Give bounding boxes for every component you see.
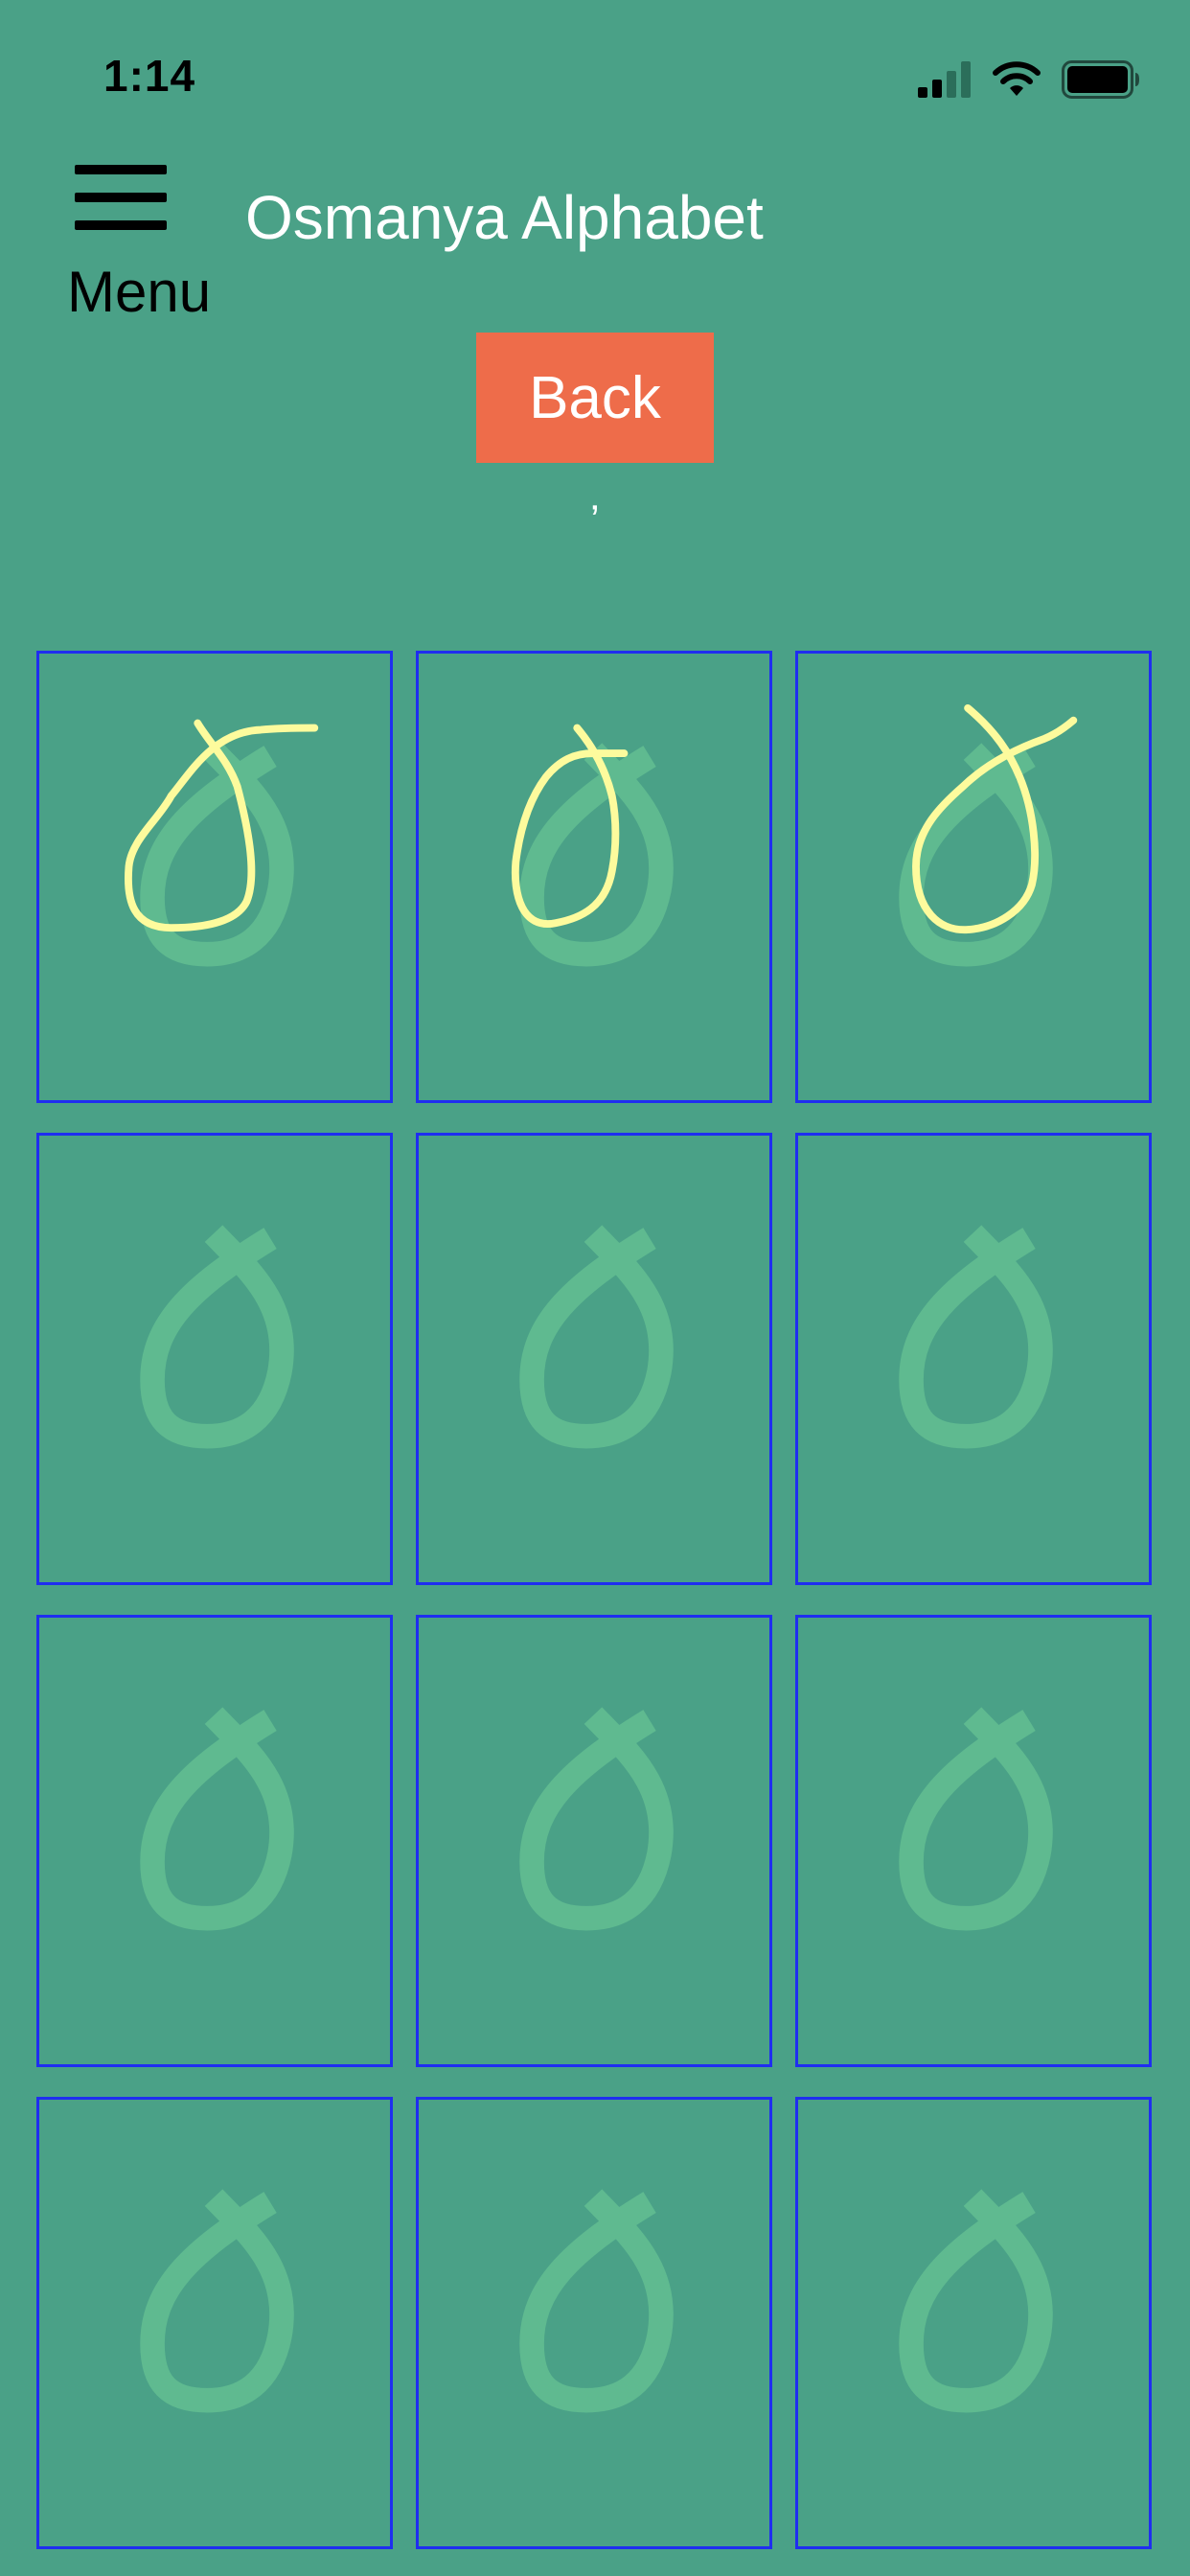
- letter-guide-icon: [125, 719, 319, 967]
- guide-glyph: [519, 1225, 674, 1449]
- practice-cell[interactable]: [36, 651, 393, 1103]
- guide-glyph: [519, 2189, 674, 2413]
- guide-glyph: [140, 1707, 294, 1931]
- screen: 1:14 Menu Osmanya Alphabet Back ʼ: [0, 0, 1190, 2576]
- guide-glyph: [899, 2189, 1053, 2413]
- guide-glyph: [140, 1225, 294, 1449]
- practice-grid: [36, 651, 1154, 2549]
- app-title: Osmanya Alphabet: [245, 183, 764, 252]
- practice-cell[interactable]: [36, 1615, 393, 2067]
- guide-glyph: [899, 1225, 1053, 1449]
- practice-cell[interactable]: [795, 2097, 1152, 2549]
- letter-guide-icon: [899, 1225, 1053, 1449]
- letter-guide-icon: [140, 1707, 294, 1931]
- menu-label: Menu: [67, 260, 212, 324]
- practice-cell[interactable]: [795, 1133, 1152, 1585]
- letter-guide-icon: [140, 1225, 294, 1449]
- battery-icon: [1062, 60, 1139, 99]
- practice-cell[interactable]: [36, 2097, 393, 2549]
- letter-guide-icon: [519, 1707, 674, 1931]
- practice-cell[interactable]: [36, 1133, 393, 1585]
- letter-guide-icon: [511, 724, 674, 967]
- wifi-icon: [993, 61, 1041, 96]
- letter-guide-icon: [899, 2189, 1053, 2413]
- letter-guide-icon: [899, 703, 1078, 967]
- back-button[interactable]: Back: [476, 333, 714, 463]
- cellular-signal-icon: [918, 61, 971, 98]
- letter-guide-icon: [519, 1225, 674, 1449]
- practice-cell[interactable]: [416, 1615, 772, 2067]
- practice-cell[interactable]: [795, 651, 1152, 1103]
- guide-glyph: [519, 1707, 674, 1931]
- status-time: 1:14: [103, 51, 196, 101]
- letter-guide-icon: [899, 1707, 1053, 1931]
- practice-cell[interactable]: [416, 1133, 772, 1585]
- guide-glyph: [140, 2189, 294, 2413]
- menu-button[interactable]: Menu: [65, 163, 218, 326]
- letter-guide-icon: [140, 2189, 294, 2413]
- practice-cell[interactable]: [416, 2097, 772, 2549]
- letter-guide-icon: [519, 2189, 674, 2413]
- guide-glyph: [899, 1707, 1053, 1931]
- practice-cell[interactable]: [795, 1615, 1152, 2067]
- status-icons: [918, 56, 1140, 104]
- letter-name: ʼ: [590, 498, 600, 545]
- practice-cell[interactable]: [416, 651, 772, 1103]
